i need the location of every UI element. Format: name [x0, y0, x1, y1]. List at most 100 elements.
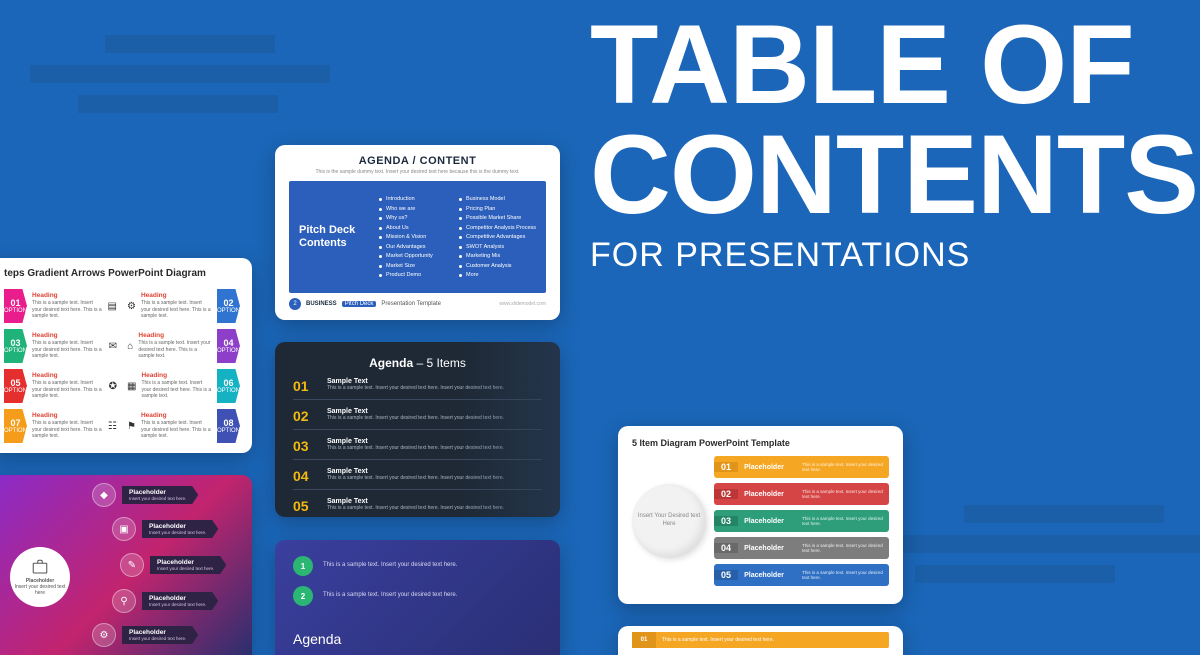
bar-desc: This is a sample text. Insert your desir… — [798, 462, 889, 472]
list-item: SWOT Analysis — [459, 244, 536, 250]
step-text: HeadingThis is a sample text. Insert you… — [32, 332, 104, 360]
t7-bar: 01 This is a sample text. Insert your de… — [632, 632, 889, 648]
thumbnail-agenda-content[interactable]: AGENDA / CONTENT This is the sample dumm… — [275, 145, 560, 320]
briefcase-icon — [31, 558, 49, 576]
step-tag: 03OPTION — [4, 329, 27, 363]
node-sub: Insert your desired text here. — [149, 530, 206, 535]
footer-pitch-deck: Pitch Deck — [342, 301, 377, 307]
hero-title-block: TABLE OF CONTENTS FOR PRESENTATIONS — [590, 10, 1198, 275]
row-number: 03 — [293, 438, 317, 454]
decor-bar — [915, 565, 1115, 583]
thumbnail-agenda-green[interactable]: 1 This is a sample text. Insert your des… — [275, 540, 560, 655]
node-label: Placeholder — [129, 629, 186, 636]
step-tag: 04OPTION — [217, 329, 240, 363]
decor-bar — [900, 535, 1200, 553]
step-tag: 07OPTION — [4, 409, 27, 443]
t1-footer: 2 BUSINESS Pitch Deck Presentation Templ… — [289, 298, 546, 310]
arrow-row: 01OPTIONHeadingThis is a sample text. In… — [4, 289, 117, 323]
node-sub: Insert your desired text here. — [129, 636, 186, 641]
row-text: This is a sample text. Insert your desir… — [323, 592, 457, 600]
step-tag: 08OPTION — [217, 409, 240, 443]
t1-slab: Pitch Deck Contents IntroductionWho we a… — [289, 181, 546, 293]
arrow-row: ▦HeadingThis is a sample text. Insert yo… — [127, 369, 240, 403]
step-text: HeadingThis is a sample text. Insert you… — [141, 292, 212, 320]
list-item: Competitor Analysis Process — [459, 225, 536, 231]
green-dot: 1 — [293, 556, 313, 576]
bar-label: Placeholder — [738, 464, 798, 471]
step-tag: 02OPTION — [217, 289, 240, 323]
row-number: 05 — [293, 498, 317, 514]
list-item: Our Advantages — [379, 244, 449, 250]
node-label: Placeholder — [129, 489, 186, 496]
arrow-row: ⚙HeadingThis is a sample text. Insert yo… — [127, 289, 240, 323]
thumbnail-agenda-dark[interactable]: Agenda – 5 Items 01 Sample Text This is … — [275, 342, 560, 517]
thumbnail-radial-placeholder[interactable]: Placeholder Insert your desired text her… — [0, 475, 252, 655]
thumbnail-gradient-arrows[interactable]: teps Gradient Arrows PowerPoint Diagram … — [0, 258, 252, 453]
t4-core: Placeholder Insert your desired text her… — [10, 547, 70, 607]
diagram-bar: 05 Placeholder This is a sample text. In… — [714, 564, 889, 586]
decor-bar — [105, 35, 275, 53]
radial-node: ▣ Placeholder Insert your desired text h… — [112, 517, 218, 541]
t5-title: 5 Item Diagram PowerPoint Template — [632, 438, 889, 448]
list-item: Mission & Vision — [379, 234, 449, 240]
list-item: Why us? — [379, 215, 449, 221]
arrow-row: 03OPTIONHeadingThis is a sample text. In… — [4, 329, 117, 363]
decor-bar — [964, 505, 1164, 523]
bar-number: 03 — [714, 516, 738, 526]
node-sub: Insert your desired text here. — [129, 496, 186, 501]
hero-subtitle: FOR PRESENTATIONS — [590, 236, 1198, 275]
list-item: Market Opportunity — [379, 253, 449, 259]
step-icon: ▦ — [127, 381, 136, 392]
row-number: 01 — [293, 378, 317, 394]
step-tag: 01OPTION — [4, 289, 27, 323]
node-icon: ⚙ — [92, 623, 116, 647]
t6-title: Agenda — [293, 631, 341, 647]
node-icon: ▣ — [112, 517, 136, 541]
t4-core-sub: Insert your desired text here — [10, 584, 70, 596]
radial-node: ◆ Placeholder Insert your desired text h… — [92, 483, 198, 507]
list-item: Marketing Mix — [459, 253, 536, 259]
step-text: HeadingThis is a sample text. Insert you… — [32, 372, 104, 400]
node-sub: Insert your desired text here. — [157, 566, 214, 571]
agenda-green-row: 1 This is a sample text. Insert your des… — [293, 556, 542, 576]
node-label: Placeholder — [149, 523, 206, 530]
node-icon: ✎ — [120, 553, 144, 577]
arrow-row: 05OPTIONHeadingThis is a sample text. In… — [4, 369, 117, 403]
t3-title-rest: – 5 Items — [413, 356, 466, 370]
arrow-row: ⌂HeadingThis is a sample text. Insert yo… — [127, 329, 240, 363]
node-label: Placeholder — [157, 559, 214, 566]
t5-circle: Insert Your Desired text Here — [632, 484, 706, 558]
step-tag: 06OPTION — [217, 369, 240, 403]
bar-number: 02 — [714, 489, 738, 499]
bar-label: Placeholder — [738, 491, 798, 498]
radial-node: ⚙ Placeholder Insert your desired text h… — [92, 623, 198, 647]
t1-title: AGENDA / CONTENT — [289, 155, 546, 167]
list-item: More — [459, 272, 536, 278]
step-text: HeadingThis is a sample text. Insert you… — [141, 412, 212, 440]
bar-number: 05 — [714, 570, 738, 580]
bar-desc: This is a sample text. Insert your desir… — [798, 543, 889, 553]
row-text: This is a sample text. Insert your desir… — [323, 562, 457, 570]
list-item: Business Model — [459, 196, 536, 202]
arrow-row: ⚑HeadingThis is a sample text. Insert yo… — [127, 409, 240, 443]
diagram-bar: 03 Placeholder This is a sample text. In… — [714, 510, 889, 532]
step-icon: ✪ — [109, 381, 117, 392]
decor-bar — [78, 95, 278, 113]
bar-label: Placeholder — [738, 545, 798, 552]
bar-desc: This is a sample text. Insert your desir… — [798, 516, 889, 526]
footer-site: www.slidemodel.com — [499, 301, 546, 307]
list-item: Customer Analysis — [459, 263, 536, 269]
t1-caption: This is the sample dummy text. Insert yo… — [289, 169, 546, 175]
step-icon: ▤ — [108, 301, 117, 312]
thumbnail-5item-diagram[interactable]: 5 Item Diagram PowerPoint Template Inser… — [618, 426, 903, 604]
list-item: Introduction — [379, 196, 449, 202]
list-item: Market Size — [379, 263, 449, 269]
row-number: 04 — [293, 468, 317, 484]
hero-line1: TABLE OF — [590, 2, 1134, 127]
node-icon: ⚲ — [112, 589, 136, 613]
node-label: Placeholder — [149, 595, 206, 602]
radial-node: ✎ Placeholder Insert your desired text h… — [120, 553, 226, 577]
hero-line2: CONTENTS — [590, 112, 1198, 237]
thumbnail-peek[interactable]: 01 This is a sample text. Insert your de… — [618, 626, 903, 655]
step-icon: ☷ — [108, 421, 117, 432]
